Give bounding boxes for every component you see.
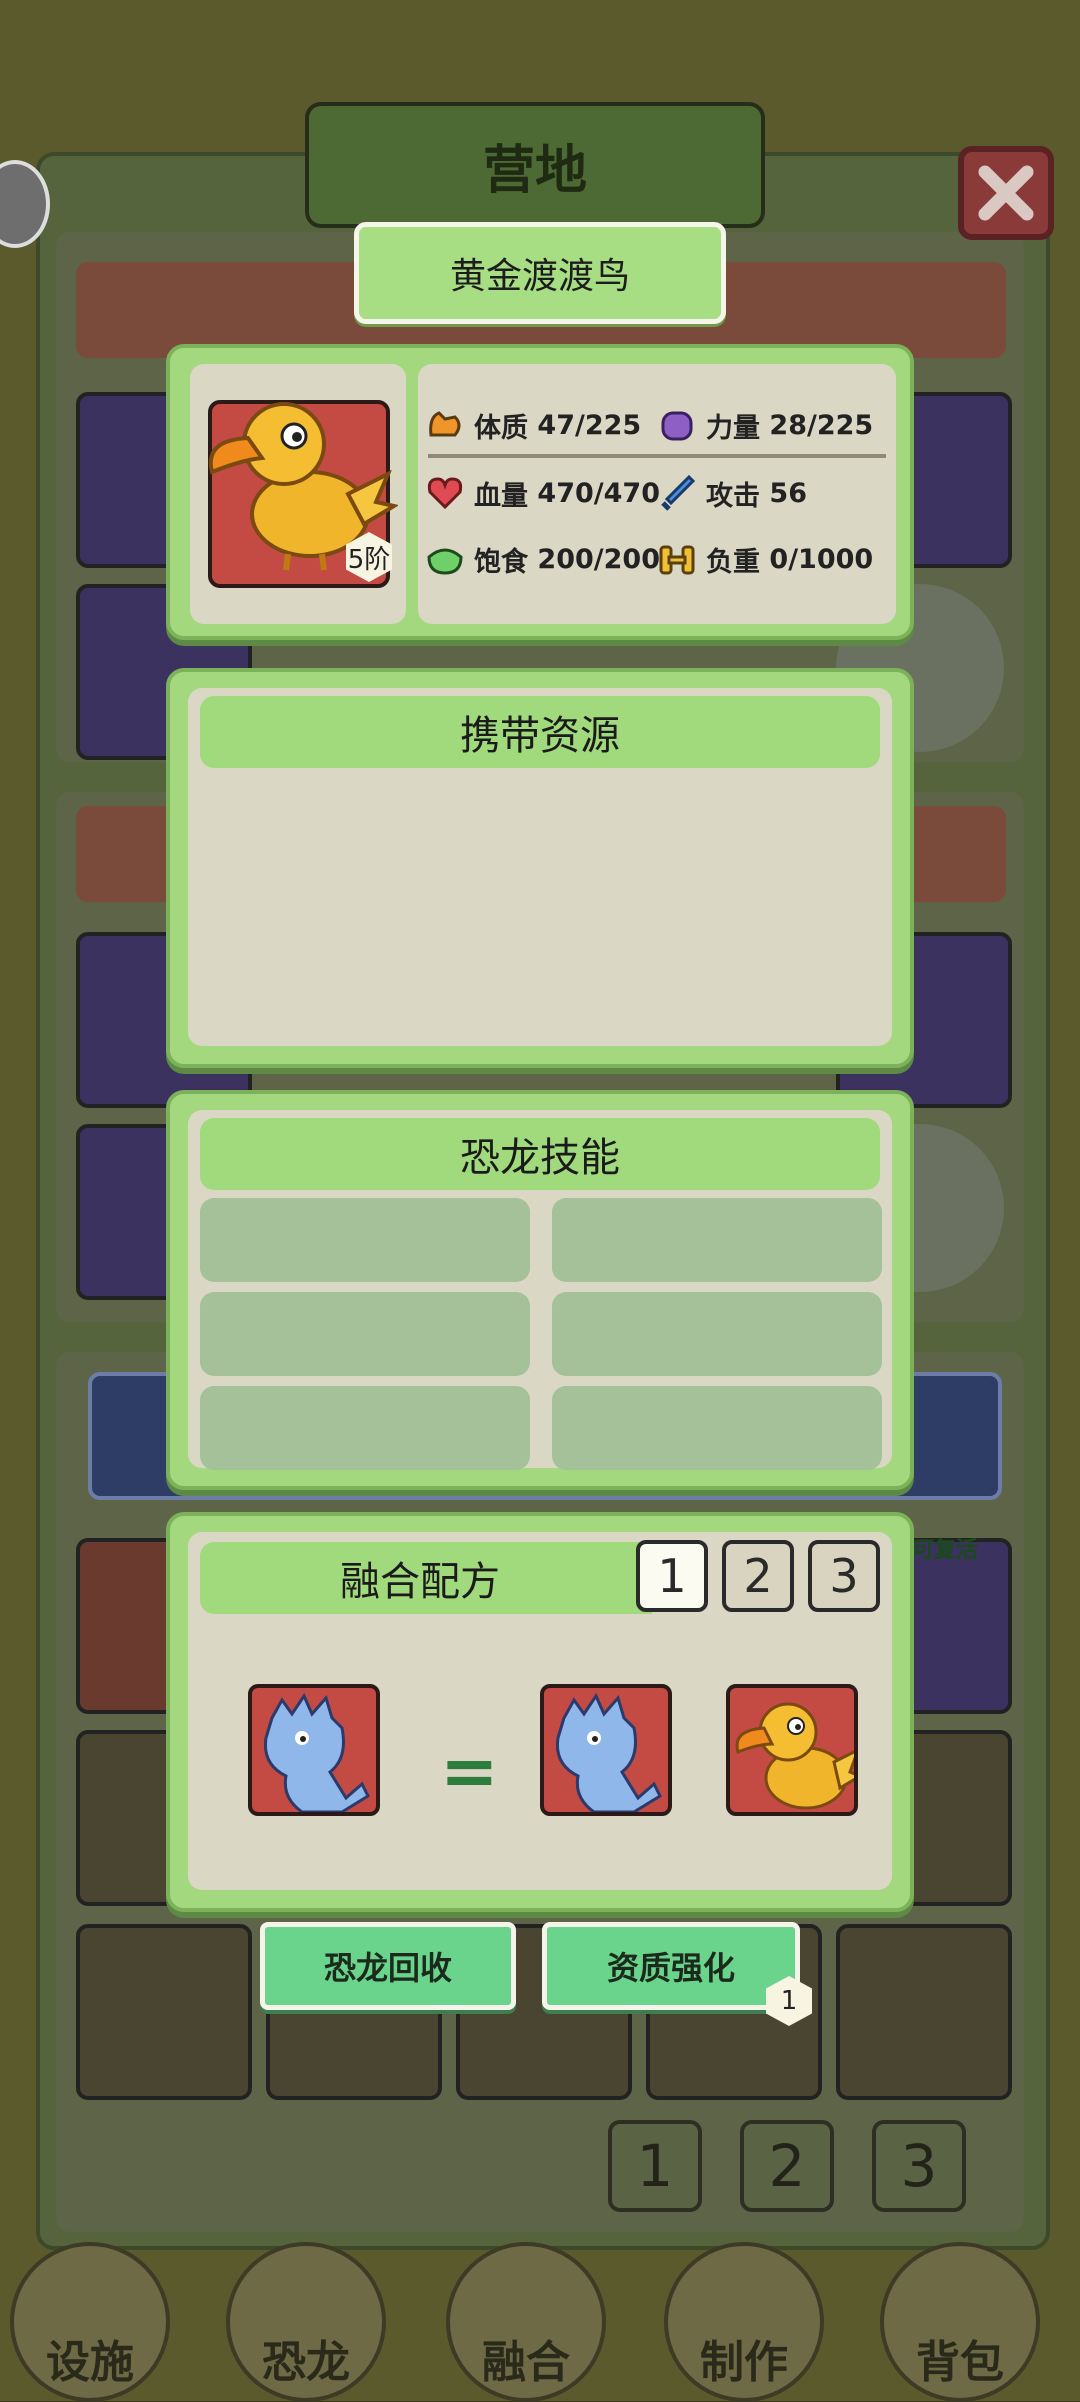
- nav-dinosaurs[interactable]: 恐龙: [226, 2242, 386, 2402]
- close-icon: [978, 165, 1034, 221]
- skill-slot[interactable]: [552, 1386, 882, 1470]
- skill-slot[interactable]: [552, 1292, 882, 1376]
- nav-facilities[interactable]: 设施: [10, 2242, 170, 2402]
- weight-icon: [656, 538, 698, 580]
- stat-satiety: 饱食 200/200: [424, 538, 660, 580]
- equals-sign: =: [440, 1730, 499, 1812]
- recipe-tab-1[interactable]: 1: [636, 1540, 708, 1612]
- recycle-dinosaur-button[interactable]: 恐龙回收: [260, 1922, 516, 2010]
- enhance-aptitude-button[interactable]: 资质强化: [542, 1922, 800, 2010]
- nav-backpack[interactable]: 背包: [880, 2242, 1040, 2402]
- ice-dinosaur-icon: [555, 1692, 662, 1812]
- resources-title: 携带资源: [200, 696, 880, 768]
- close-button[interactable]: [958, 146, 1054, 240]
- page-button-1[interactable]: 1: [608, 2120, 702, 2212]
- fusion-card: 融合配方 1 2 3 =: [166, 1512, 914, 1912]
- heart-icon: [424, 472, 466, 514]
- dino-stats-panel: 体质 47/225 力量 28/225 血量 470/470 攻击 56 饱食 …: [418, 364, 896, 624]
- stats-divider: [428, 454, 886, 458]
- bg-empty-slot[interactable]: [836, 1924, 1012, 2100]
- dino-name-tab: 黄金渡渡鸟: [354, 222, 726, 324]
- muscle-icon: [424, 404, 466, 446]
- recipe-tab-3[interactable]: 3: [808, 1540, 880, 1612]
- page-button-3[interactable]: 3: [872, 2120, 966, 2212]
- bg-empty-slot[interactable]: [76, 1924, 252, 2100]
- fusion-ingredient-2[interactable]: [540, 1684, 672, 1816]
- nav-crafting[interactable]: 制作: [664, 2242, 824, 2402]
- recipe-tab-2[interactable]: 2: [722, 1540, 794, 1612]
- ice-dinosaur-icon: [263, 1692, 370, 1812]
- golden-dodo-icon: [735, 1702, 854, 1810]
- stat-load: 负重 0/1000: [656, 538, 873, 580]
- food-bowl-icon: [424, 538, 466, 580]
- stat-strength: 力量 28/225: [656, 404, 873, 446]
- fusion-ingredient-3[interactable]: [726, 1684, 858, 1816]
- resources-card: 携带资源: [166, 668, 914, 1068]
- skill-slot[interactable]: [552, 1198, 882, 1282]
- stat-constitution: 体质 47/225: [424, 404, 641, 446]
- skills-title: 恐龙技能: [200, 1118, 880, 1190]
- window-title: 营地: [305, 102, 765, 228]
- nav-fusion[interactable]: 融合: [446, 2242, 606, 2402]
- page-button-2[interactable]: 2: [740, 2120, 834, 2212]
- skill-slot[interactable]: [200, 1292, 530, 1376]
- sword-icon: [656, 472, 698, 514]
- skill-slot[interactable]: [200, 1386, 530, 1470]
- dino-portrait-panel: 5阶: [190, 364, 406, 624]
- fusion-title: 融合配方: [200, 1542, 652, 1614]
- skill-slot[interactable]: [200, 1198, 530, 1282]
- stat-attack: 攻击 56: [656, 472, 807, 514]
- stat-health: 血量 470/470: [424, 472, 660, 514]
- skills-card: 恐龙技能: [166, 1090, 914, 1490]
- bottom-nav: 设施 恐龙 融合 制作 背包: [0, 2232, 1080, 2402]
- revive-label: 可复活: [912, 1538, 979, 1563]
- fist-icon: [656, 404, 698, 446]
- fusion-ingredient-1[interactable]: [248, 1684, 380, 1816]
- dino-info-card: 5阶 体质 47/225 力量 28/225 血量 470/470 攻击 56 …: [166, 344, 914, 640]
